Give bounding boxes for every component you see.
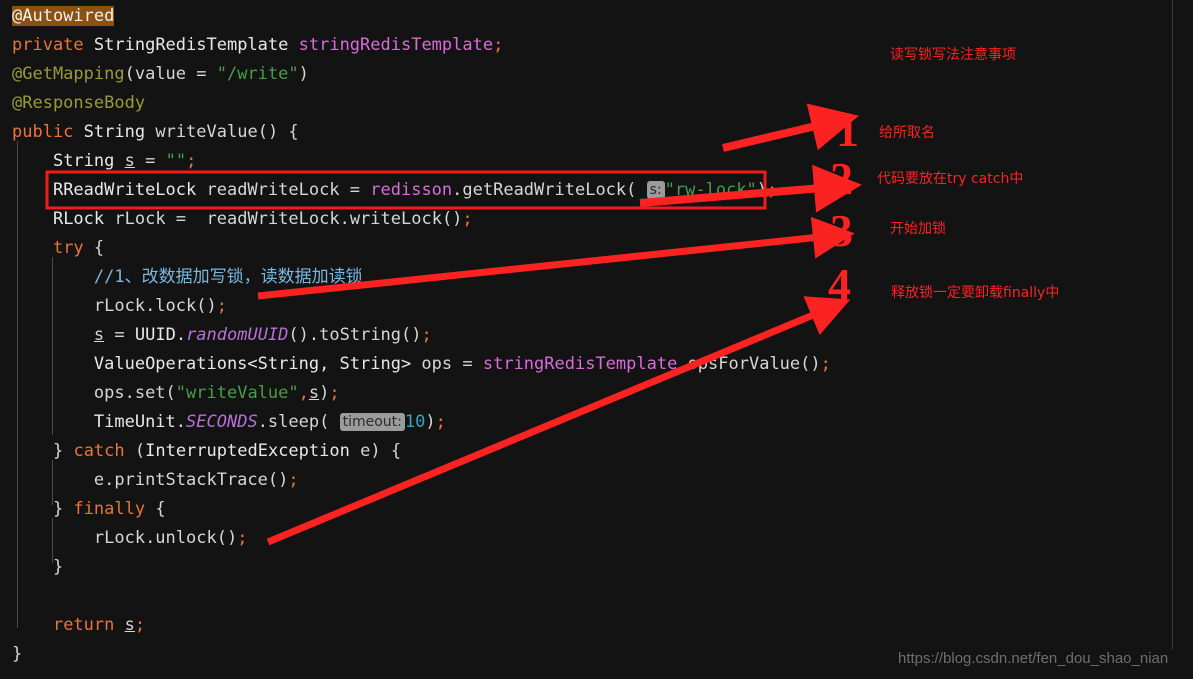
code-editor[interactable]: @Autowired private StringRedisTemplate s… [0, 0, 880, 679]
param-hint-s: s: [646, 181, 665, 199]
string-rw-lock: "rw-lock" [664, 180, 757, 200]
type-rreadwritelock: RReadWriteLock [52, 180, 197, 200]
keyword-catch: catch [73, 441, 125, 461]
code-line-11[interactable]: rLock.lock(); [12, 292, 227, 321]
static-random-uuid: randomUUID [186, 325, 289, 345]
code-line-20[interactable]: } [12, 553, 63, 582]
comment-lock-rule: //1、改数据加写锁，读数据加读锁 [93, 267, 363, 287]
keyword-return: return [52, 615, 115, 635]
generic-params: <String, String> [247, 354, 412, 374]
field-string-redis-template-ref: stringRedisTemplate [482, 354, 678, 374]
var-rlock: rLock [104, 209, 166, 229]
code-line-1[interactable]: @Autowired [12, 2, 115, 31]
local-var-s-assign: s [93, 325, 105, 345]
static-seconds: SECONDS [186, 412, 258, 432]
annotation-note-4: 释放锁一定要卸载finally中 [891, 285, 1060, 301]
call-print-stack-trace: e.printStackTrace [93, 470, 268, 490]
param-value-eq: value = [134, 64, 217, 84]
code-line-3[interactable]: @GetMapping(value = "/write") [12, 60, 309, 89]
annotation-note-3: 开始加锁 [890, 221, 946, 237]
code-line-7[interactable]: RReadWriteLock readWriteLock = redisson.… [12, 176, 777, 205]
code-line-15[interactable]: TimeUnit.SECONDS.sleep( timeout: 10); [12, 408, 446, 437]
code-line-10[interactable]: //1、改数据加写锁，读数据加读锁 [12, 263, 363, 292]
screenshot-root: @Autowired private StringRedisTemplate s… [0, 0, 1193, 679]
code-line-4[interactable]: @ResponseBody [12, 89, 145, 118]
local-var-s-arg: s [308, 383, 320, 403]
code-line-22[interactable]: return s; [12, 611, 145, 640]
annotation-number-3: 3 [830, 205, 853, 256]
call-write-lock: .writeLock [339, 209, 442, 229]
var-ops: ops [411, 354, 453, 374]
keyword-public: public [12, 122, 74, 142]
call-get-read-write-lock: .getReadWriteLock [452, 180, 627, 200]
string-empty: "" [165, 151, 187, 171]
code-line-8[interactable]: RLock rLock = readWriteLock.writeLock(); [12, 205, 473, 234]
annotation-number-4: 4 [828, 259, 851, 310]
annotation-title: 读写锁写法注意事项 [890, 47, 1016, 63]
field-redisson: redisson [370, 180, 453, 200]
keyword-try: try [52, 238, 84, 258]
local-var-s-return: s [124, 615, 135, 635]
number-ten: 10 [404, 412, 426, 432]
semicolon: ; [493, 35, 504, 55]
var-read-write-lock: readWriteLock [196, 180, 340, 200]
keyword-finally: finally [73, 499, 146, 519]
class-closing-brace: } [12, 644, 23, 664]
code-line-17[interactable]: e.printStackTrace(); [12, 466, 299, 495]
field-string-redis-template: stringRedisTemplate [298, 35, 494, 55]
annotation-number-1: 1 [836, 105, 859, 156]
type-rlock: RLock [52, 209, 105, 229]
code-line-13[interactable]: ValueOperations<String, String> ops = st… [12, 350, 831, 379]
var-e: e [349, 441, 371, 461]
code-line-16[interactable]: } catch (InterruptedException e) { [12, 437, 401, 466]
code-line-14[interactable]: ops.set("writeValue",s); [12, 379, 340, 408]
type-interrupted-exception: InterruptedException [145, 441, 350, 461]
type-string-redis-template: StringRedisTemplate [93, 35, 289, 55]
type-value-operations: ValueOperations [93, 354, 248, 374]
keyword-private: private [12, 35, 84, 55]
call-ops-for-value: .opsForValue [677, 354, 801, 374]
call-ops-set: ops.set [93, 383, 166, 403]
call-to-string: .toString [308, 325, 402, 345]
string-write-path: "/write" [216, 64, 299, 84]
annotation-response-body: @ResponseBody [12, 93, 146, 113]
code-line-12[interactable]: s = UUID.randomUUID().toString(); [12, 321, 432, 350]
method-write-value: writeValue [155, 122, 258, 142]
param-hint-timeout: timeout: [339, 413, 405, 431]
code-line-2[interactable]: private StringRedisTemplate stringRedisT… [12, 31, 503, 60]
code-line-5[interactable]: public String writeValue() { [12, 118, 299, 147]
code-line-6[interactable]: String s = ""; [12, 147, 196, 176]
annotation-number-2: 2 [830, 153, 853, 204]
string-write-value: "writeValue" [175, 383, 299, 403]
call-rlock-unlock: rLock.unlock [93, 528, 217, 548]
local-var-s: s [124, 151, 135, 171]
annotation-note-1: 给所取名 [879, 125, 935, 141]
type-string: String [83, 122, 146, 142]
call-sleep: .sleep [257, 412, 320, 432]
watermark-url: https://blog.csdn.net/fen_dou_shao_nian [898, 650, 1169, 667]
code-line-9[interactable]: try { [12, 234, 104, 263]
type-time-unit: TimeUnit [93, 412, 176, 432]
annotation-note-2: 代码要放在try catch中 [877, 171, 1024, 187]
code-line-19[interactable]: rLock.unlock(); [12, 524, 248, 553]
code-line-23[interactable]: } [12, 640, 22, 669]
var-read-write-lock-ref: readWriteLock [196, 209, 340, 229]
call-rlock-lock: rLock.lock [93, 296, 197, 316]
type-uuid: UUID [134, 325, 176, 345]
right-margin-rule [1172, 0, 1173, 650]
annotation-autowired: @Autowired [12, 6, 115, 26]
annotation-get-mapping: @GetMapping [12, 64, 125, 84]
code-line-18[interactable]: } finally { [12, 495, 166, 524]
